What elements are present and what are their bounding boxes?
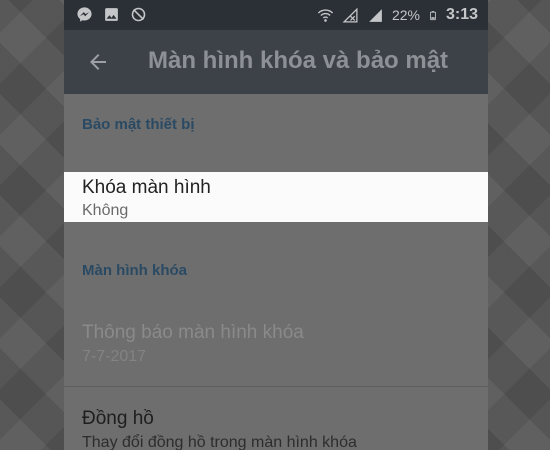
phone-screen: 22% 3:13 Màn hình khóa và bảo mật Bảo mậ…: [64, 0, 488, 450]
app-bar: Màn hình khóa và bảo mật: [64, 30, 488, 94]
divider: [64, 386, 488, 387]
lock-screen-notifications-title: Thông báo màn hình khóa: [82, 322, 304, 343]
section-header-lock-screen: Màn hình khóa: [82, 262, 187, 279]
battery-percent: 22%: [391, 7, 420, 23]
status-icons-right: 22% 3:13: [317, 6, 478, 24]
gallery-icon: [105, 8, 118, 21]
screen-lock-title: Khóa màn hình: [82, 177, 211, 198]
wifi-icon: [317, 8, 334, 22]
no-signal-icon: [342, 7, 358, 23]
status-bar: 22% 3:13: [64, 0, 488, 30]
screen-lock-value: Không: [82, 202, 129, 219]
lock-screen-notifications-subtitle: 7-7-2017: [82, 348, 147, 365]
signal-icon: [369, 8, 382, 22]
clock-item-title: Đồng hồ: [82, 408, 154, 429]
clock: 3:13: [445, 6, 478, 23]
clock-item[interactable]: Đồng hồ Thay đổi đồng hồ trong màn hình …: [64, 404, 488, 450]
section-header-device-security: Bảo mật thiết bị: [82, 116, 195, 133]
no-sync-icon: [131, 7, 146, 22]
back-arrow-icon[interactable]: [86, 50, 110, 74]
status-icons-left: [76, 6, 147, 23]
clock-item-subtitle: Thay đổi đồng hồ trong màn hình khóa: [82, 434, 357, 450]
battery-icon: [430, 10, 436, 20]
page-title: Màn hình khóa và bảo mật: [148, 47, 449, 74]
screen-lock-item[interactable]: Khóa màn hình Không: [64, 172, 488, 222]
messenger-icon: [77, 7, 92, 22]
lock-screen-notifications-item[interactable]: Thông báo màn hình khóa 7-7-2017: [64, 318, 488, 368]
